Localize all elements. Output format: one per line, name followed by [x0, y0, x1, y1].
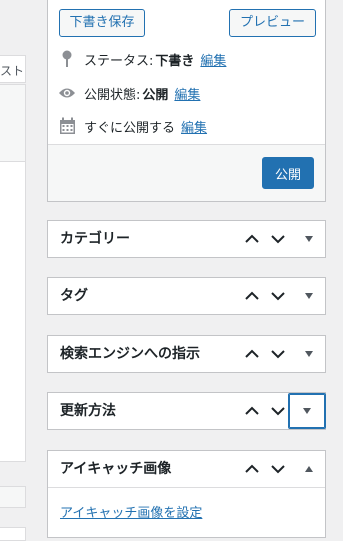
caret-up-icon — [305, 466, 313, 472]
move-up-button[interactable] — [238, 397, 266, 425]
postbox-header: 検索エンジンへの指示 — [48, 336, 325, 372]
visibility-value: 公開 — [142, 87, 169, 103]
editor-panel-edge: スト — [0, 0, 26, 541]
move-up-button[interactable] — [238, 225, 266, 253]
caret-down-icon — [305, 351, 313, 357]
move-up-button[interactable] — [238, 340, 266, 368]
postbox-title: カテゴリー — [60, 231, 130, 247]
visibility-row: 公開状態: 公開 編集 — [58, 83, 200, 103]
seo-directives-box: 検索エンジンへの指示 — [47, 335, 326, 373]
toggle-panel-button[interactable] — [295, 225, 323, 253]
featured-image-body: アイキャッチ画像を設定 — [48, 487, 325, 537]
edit-status-link[interactable]: 編集 — [200, 50, 226, 69]
editor-bottom-box — [0, 527, 26, 541]
chevron-down-icon — [271, 235, 285, 244]
editor-content-area[interactable] — [0, 162, 26, 462]
status-label: ステータス: — [84, 53, 154, 69]
chevron-down-icon — [271, 350, 285, 359]
move-up-button[interactable] — [238, 455, 266, 483]
postbox-title: 更新方法 — [60, 403, 116, 419]
caret-down-icon — [305, 236, 313, 242]
toggle-panel-button[interactable] — [295, 455, 323, 483]
chevron-up-icon — [245, 291, 259, 300]
postbox-header: 更新方法 — [48, 393, 326, 429]
chevron-down-icon — [271, 407, 285, 416]
postbox-header: タグ — [48, 278, 325, 314]
caret-down-icon — [305, 293, 313, 299]
editor-text-tab-label: スト — [0, 64, 24, 78]
move-down-button[interactable] — [264, 340, 292, 368]
categories-box: カテゴリー — [47, 220, 326, 258]
schedule-label: すぐに公開する — [84, 120, 176, 136]
chevron-down-icon — [271, 465, 285, 474]
move-down-button[interactable] — [264, 282, 292, 310]
publish-button[interactable]: 公開 — [262, 157, 314, 189]
toggle-panel-button[interactable] — [295, 340, 323, 368]
publish-box: 下書き保存 プレビュー ステータス: 下書き 編集 公開状態: 公開 編集 すぐ… — [47, 0, 326, 202]
chevron-up-icon — [245, 464, 259, 473]
calendar-icon — [58, 117, 76, 135]
postbox-header: アイキャッチ画像 — [48, 451, 325, 487]
publish-actions: 公開 — [48, 144, 325, 201]
eye-icon — [58, 84, 76, 102]
preview-button[interactable]: プレビュー — [229, 9, 316, 37]
chevron-up-icon — [245, 406, 259, 415]
update-method-box: 更新方法 — [47, 392, 326, 430]
visibility-label: 公開状態: — [84, 87, 141, 103]
featured-image-box: アイキャッチ画像 アイキャッチ画像を設定 — [47, 450, 326, 538]
postbox-header: カテゴリー — [48, 221, 325, 257]
edit-schedule-link[interactable]: 編集 — [181, 117, 207, 136]
tags-box: タグ — [47, 277, 326, 315]
edit-visibility-link[interactable]: 編集 — [174, 84, 200, 103]
postbox-title: 検索エンジンへの指示 — [60, 346, 200, 362]
chevron-down-icon — [271, 292, 285, 301]
caret-down-icon — [303, 408, 311, 414]
toggle-panel-button[interactable] — [288, 393, 326, 429]
save-draft-button[interactable]: 下書き保存 — [59, 9, 145, 37]
chevron-up-icon — [245, 234, 259, 243]
postbox-title: アイキャッチ画像 — [60, 461, 172, 477]
move-up-button[interactable] — [238, 282, 266, 310]
status-row: ステータス: 下書き 編集 — [58, 49, 226, 69]
editor-toolbar — [0, 84, 26, 195]
editor-status-bar — [0, 486, 26, 508]
set-featured-image-link[interactable]: アイキャッチ画像を設定 — [60, 506, 202, 521]
chevron-up-icon — [245, 349, 259, 358]
schedule-row: すぐに公開する 編集 — [58, 116, 207, 136]
toggle-panel-button[interactable] — [295, 282, 323, 310]
status-value: 下書き — [155, 53, 195, 69]
move-down-button[interactable] — [264, 225, 292, 253]
postbox-title: タグ — [60, 288, 88, 304]
move-down-button[interactable] — [264, 455, 292, 483]
pin-icon — [58, 50, 76, 68]
